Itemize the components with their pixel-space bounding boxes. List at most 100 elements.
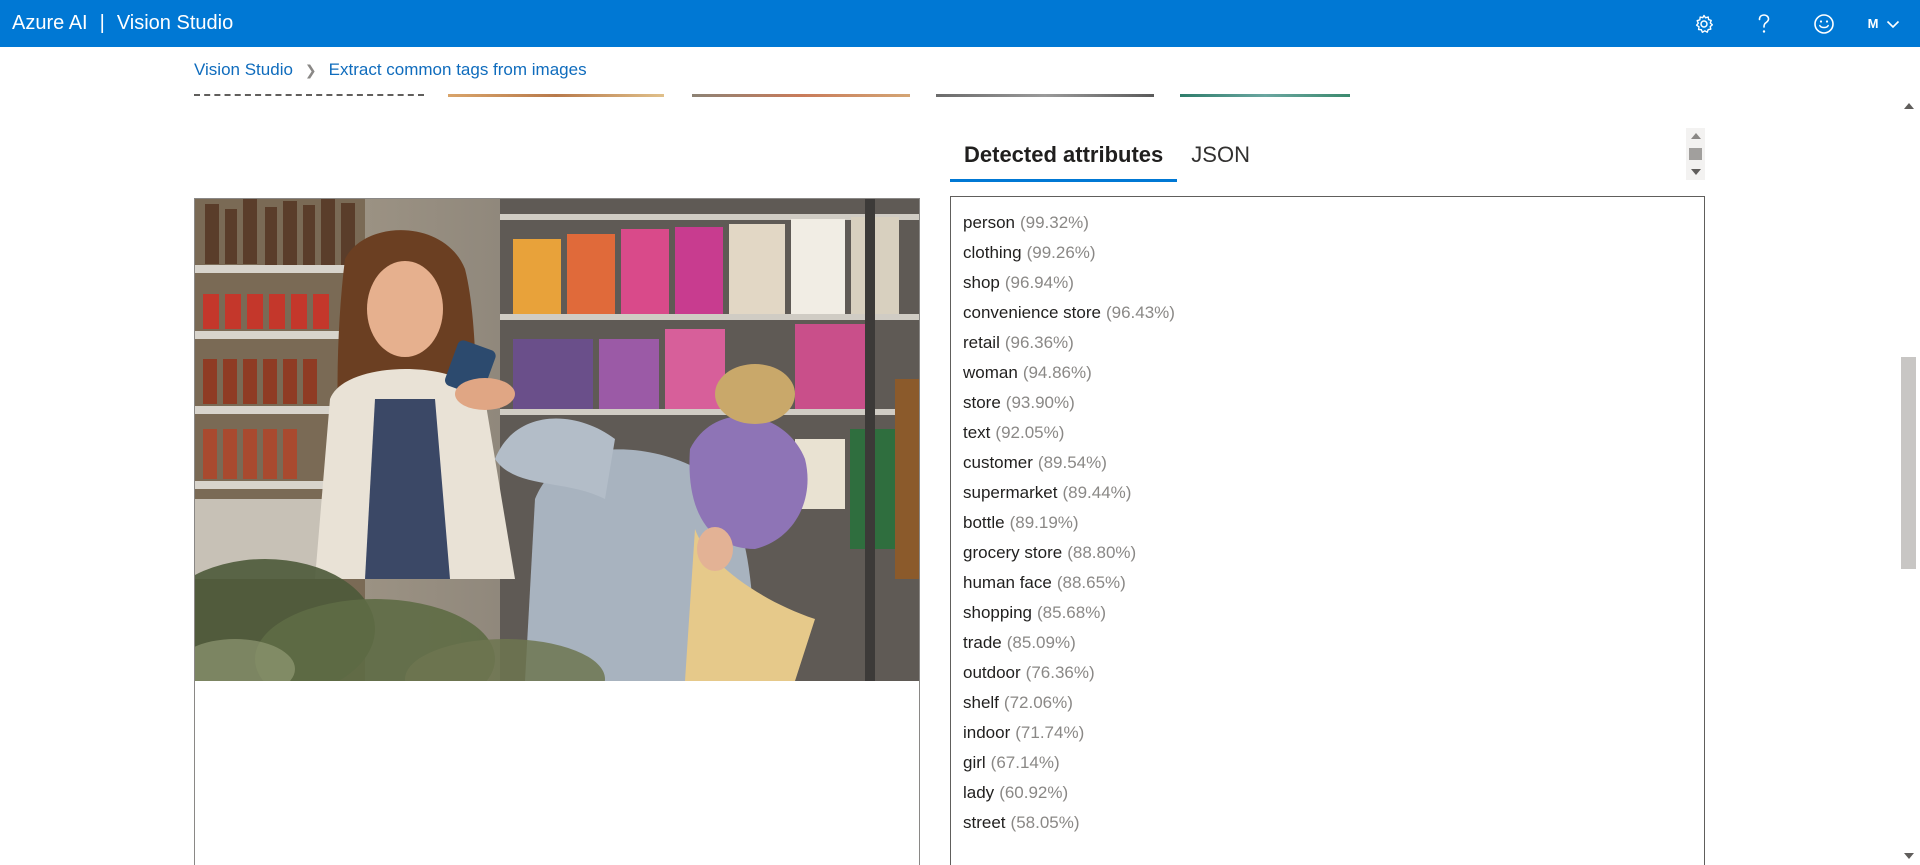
thumbnail-3[interactable] (936, 94, 1154, 97)
attribute-name: retail (963, 333, 1000, 352)
attribute-name: woman (963, 363, 1018, 382)
attribute-confidence: (92.05%) (995, 423, 1065, 442)
attribute-confidence: (96.94%) (1004, 273, 1074, 292)
attribute-name: girl (963, 753, 986, 772)
help-icon (1758, 13, 1770, 33)
attribute-name: supermarket (963, 483, 1058, 502)
attribute-confidence: (89.19%) (1009, 513, 1079, 532)
scroll-up-arrow-icon[interactable] (1691, 133, 1701, 139)
attribute-row: lady (60.92%) (963, 779, 1692, 809)
thumbnail-2[interactable] (692, 94, 910, 97)
attribute-confidence: (71.74%) (1015, 723, 1085, 742)
attribute-confidence: (67.14%) (990, 753, 1060, 772)
breadcrumb-current-link[interactable]: Extract common tags from images (329, 60, 587, 80)
attribute-row: shelf (72.06%) (963, 689, 1692, 719)
attribute-row: woman (94.86%) (963, 359, 1692, 389)
attribute-row: store (93.90%) (963, 389, 1692, 419)
image-preview-panel (194, 198, 920, 865)
chevron-down-icon (1887, 20, 1900, 28)
chevron-right-icon: ❯ (304, 61, 317, 78)
attribute-row: retail (96.36%) (963, 329, 1692, 359)
attribute-name: lady (963, 783, 995, 802)
attribute-confidence: (89.44%) (1062, 483, 1132, 502)
attribute-name: outdoor (963, 663, 1021, 682)
attribute-name: convenience store (963, 303, 1101, 322)
page-scrollbar-thumb[interactable] (1901, 357, 1916, 569)
attribute-name: text (963, 423, 991, 442)
attribute-name: shop (963, 273, 1000, 292)
scroll-down-arrow-icon[interactable] (1691, 169, 1701, 175)
attribute-row: customer (89.54%) (963, 449, 1692, 479)
analyzed-image (195, 199, 919, 681)
page-scrollbar[interactable] (1897, 47, 1920, 865)
attribute-row: girl (67.14%) (963, 749, 1692, 779)
attribute-row: indoor (71.74%) (963, 719, 1692, 749)
attribute-name: clothing (963, 243, 1022, 262)
attribute-row: human face (88.65%) (963, 569, 1692, 599)
attribute-confidence: (72.06%) (1003, 693, 1073, 712)
attribute-name: shopping (963, 603, 1033, 622)
brand-name: Azure AI (12, 12, 88, 34)
breadcrumb: Vision Studio ❯ Extract common tags from… (194, 60, 587, 80)
attribute-name: shelf (963, 693, 999, 712)
settings-icon (1695, 14, 1713, 33)
avatar: M (1867, 16, 1879, 31)
attribute-confidence: (88.65%) (1056, 573, 1126, 592)
page-scroll-up-icon[interactable] (1904, 103, 1914, 109)
attribute-row: shopping (85.68%) (963, 599, 1692, 629)
attribute-confidence: (85.09%) (1006, 633, 1076, 652)
feedback-smiley-icon (1814, 13, 1834, 34)
attribute-row: outdoor (76.36%) (963, 659, 1692, 689)
attribute-row: convenience store (96.43%) (963, 299, 1692, 329)
attribute-name: human face (963, 573, 1052, 592)
page-scroll-down-icon[interactable] (1904, 853, 1914, 859)
attribute-name: store (963, 393, 1001, 412)
top-bar: Azure AI | Vision Studio M (0, 0, 1920, 47)
attribute-confidence: (85.68%) (1037, 603, 1106, 622)
attribute-confidence: (93.90%) (1005, 393, 1075, 412)
attribute-confidence: (76.36%) (1025, 663, 1095, 682)
detected-attributes-panel: person (99.32%) clothing (99.26%) shop (96.94… (950, 196, 1705, 865)
product-name: Vision Studio (116, 12, 234, 34)
attribute-name: customer (963, 453, 1033, 472)
attribute-confidence: (60.92%) (999, 783, 1069, 802)
attribute-name: trade (963, 633, 1002, 652)
scrollbar-thumb[interactable] (1689, 148, 1702, 160)
attribute-row: text (92.05%) (963, 419, 1692, 449)
attribute-name: bottle (963, 513, 1005, 532)
attribute-confidence: (96.36%) (1004, 333, 1074, 352)
app-brand[interactable]: Azure AI | Vision Studio (12, 0, 233, 47)
attribute-row: grocery store (88.80%) (963, 539, 1692, 569)
breadcrumb-home-link[interactable]: Vision Studio (194, 60, 293, 80)
attribute-row: street (58.05%) (963, 809, 1692, 839)
attribute-name: street (963, 813, 1006, 832)
attribute-confidence: (99.26%) (1026, 243, 1096, 262)
attribute-name: person (963, 213, 1015, 232)
settings-button[interactable] (1674, 0, 1734, 47)
attribute-name: indoor (963, 723, 1011, 742)
attribute-row: shop (96.94%) (963, 269, 1692, 299)
brand-separator: | (99, 12, 105, 34)
thumbnail-1[interactable] (448, 94, 664, 97)
result-tabs: Detected attributes JSON (950, 136, 1264, 182)
feedback-button[interactable] (1794, 0, 1854, 47)
account-menu-button[interactable]: M (1854, 0, 1914, 47)
attribute-confidence: (88.80%) (1067, 543, 1137, 562)
attribute-confidence: (99.32%) (1019, 213, 1089, 232)
header-actions: M (1674, 0, 1920, 47)
thumbnail-4[interactable] (1180, 94, 1350, 97)
grocery-photo-illustration (195, 199, 919, 681)
tab-json[interactable]: JSON (1177, 136, 1264, 182)
attribute-row: supermarket (89.44%) (963, 479, 1692, 509)
attribute-confidence: (96.43%) (1105, 303, 1175, 322)
tab-detected-attributes[interactable]: Detected attributes (950, 136, 1178, 182)
attribute-confidence: (89.54%) (1037, 453, 1107, 472)
attribute-row: person (99.32%) (963, 209, 1692, 239)
tabs-scrollbar[interactable] (1686, 128, 1705, 180)
help-button[interactable] (1734, 0, 1794, 47)
attribute-confidence: (94.86%) (1022, 363, 1092, 382)
attribute-row: clothing (99.26%) (963, 239, 1692, 269)
sample-image-strip (194, 90, 1394, 98)
attribute-confidence: (58.05%) (1010, 813, 1080, 832)
thumbnail-selected-indicator[interactable] (194, 94, 424, 97)
